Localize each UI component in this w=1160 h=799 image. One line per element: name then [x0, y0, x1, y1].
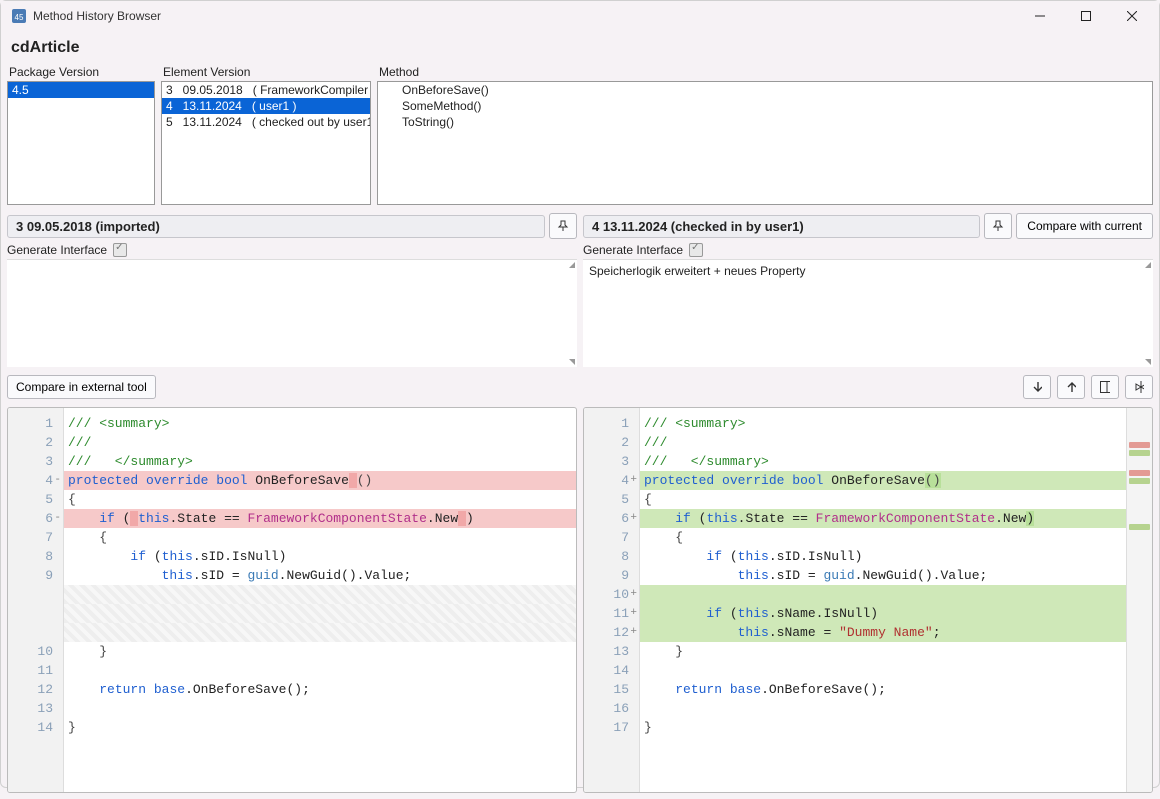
right-generate-interface-checkbox[interactable]: [689, 243, 703, 257]
left-generate-interface-checkbox[interactable]: [113, 243, 127, 257]
prev-diff-button[interactable]: [1057, 375, 1085, 399]
left-diff-pane[interactable]: 1234-56-7891011121314 /// <summary>/////…: [7, 407, 577, 793]
right-diff-pane[interactable]: 1234+56+78910+11+12+1314151617 /// <summ…: [583, 407, 1153, 793]
right-gutter: 1234+56+78910+11+12+1314151617: [584, 408, 640, 792]
split-view-icon: [1100, 381, 1110, 393]
titlebar: 45 Method History Browser: [1, 1, 1159, 31]
top-selectors: Package Version 4.5 Element Version 3 09…: [7, 65, 1153, 205]
list-item[interactable]: 4 13.11.2024 ( user1 ): [162, 98, 370, 114]
left-code: /// <summary>////// </summary>protected …: [64, 408, 576, 792]
left-pin-button[interactable]: [549, 213, 577, 239]
class-name: cdArticle: [7, 37, 1153, 65]
list-item[interactable]: SomeMethod(): [398, 98, 1152, 114]
element-version-list[interactable]: 3 09.05.2018 ( FrameworkCompiler )4 13.1…: [161, 81, 371, 205]
svg-text:45: 45: [15, 13, 24, 22]
scroll-up-icon: [569, 262, 575, 268]
close-button[interactable]: [1109, 1, 1155, 31]
compare-external-button[interactable]: Compare in external tool: [7, 375, 156, 399]
list-item[interactable]: 4.5: [8, 82, 154, 98]
right-comment-text: Speicherlogik erweitert + neues Property: [589, 264, 805, 278]
right-comment[interactable]: Speicherlogik erweitert + neues Property: [583, 259, 1153, 367]
collapse-unchanged-button[interactable]: [1125, 375, 1153, 399]
right-version-header: 4 13.11.2024 (checked in by user1): [583, 215, 980, 238]
left-generate-interface-label: Generate Interface: [7, 243, 107, 257]
left-gutter: 1234-56-7891011121314: [8, 408, 64, 792]
element-version-label: Element Version: [161, 65, 371, 81]
right-pin-button[interactable]: [984, 213, 1012, 239]
package-version-label: Package Version: [7, 65, 155, 81]
app-icon: 45: [11, 8, 27, 24]
list-item[interactable]: 3 09.05.2018 ( FrameworkCompiler ): [162, 82, 370, 98]
minimize-button[interactable]: [1017, 1, 1063, 31]
window-controls: [1017, 1, 1155, 31]
list-item[interactable]: ToString(): [398, 114, 1152, 130]
compare-with-current-button[interactable]: Compare with current: [1016, 213, 1153, 239]
right-generate-interface-label: Generate Interface: [583, 243, 683, 257]
next-diff-button[interactable]: [1023, 375, 1051, 399]
left-version-header: 3 09.05.2018 (imported): [7, 215, 545, 238]
arrow-down-icon: [1032, 381, 1042, 393]
right-code: /// <summary>////// </summary>protected …: [640, 408, 1126, 792]
scroll-up-icon: [1145, 262, 1151, 268]
right-minimap[interactable]: [1126, 408, 1152, 792]
left-comment[interactable]: [7, 259, 577, 367]
diff-toolbar: Compare in external tool: [7, 373, 1153, 401]
collapse-icon: [1134, 381, 1144, 393]
list-item[interactable]: 5 13.11.2024 ( checked out by user1 ): [162, 114, 370, 130]
scroll-down-icon: [1145, 359, 1151, 365]
method-label: Method: [377, 65, 1153, 81]
list-item[interactable]: OnBeforeSave(): [398, 82, 1152, 98]
method-list[interactable]: OnBeforeSave()SomeMethod()ToString(): [377, 81, 1153, 205]
window-title: Method History Browser: [33, 9, 161, 23]
maximize-button[interactable]: [1063, 1, 1109, 31]
package-version-list[interactable]: 4.5: [7, 81, 155, 205]
side-by-side-button[interactable]: [1091, 375, 1119, 399]
arrow-up-icon: [1066, 381, 1076, 393]
scroll-down-icon: [569, 359, 575, 365]
